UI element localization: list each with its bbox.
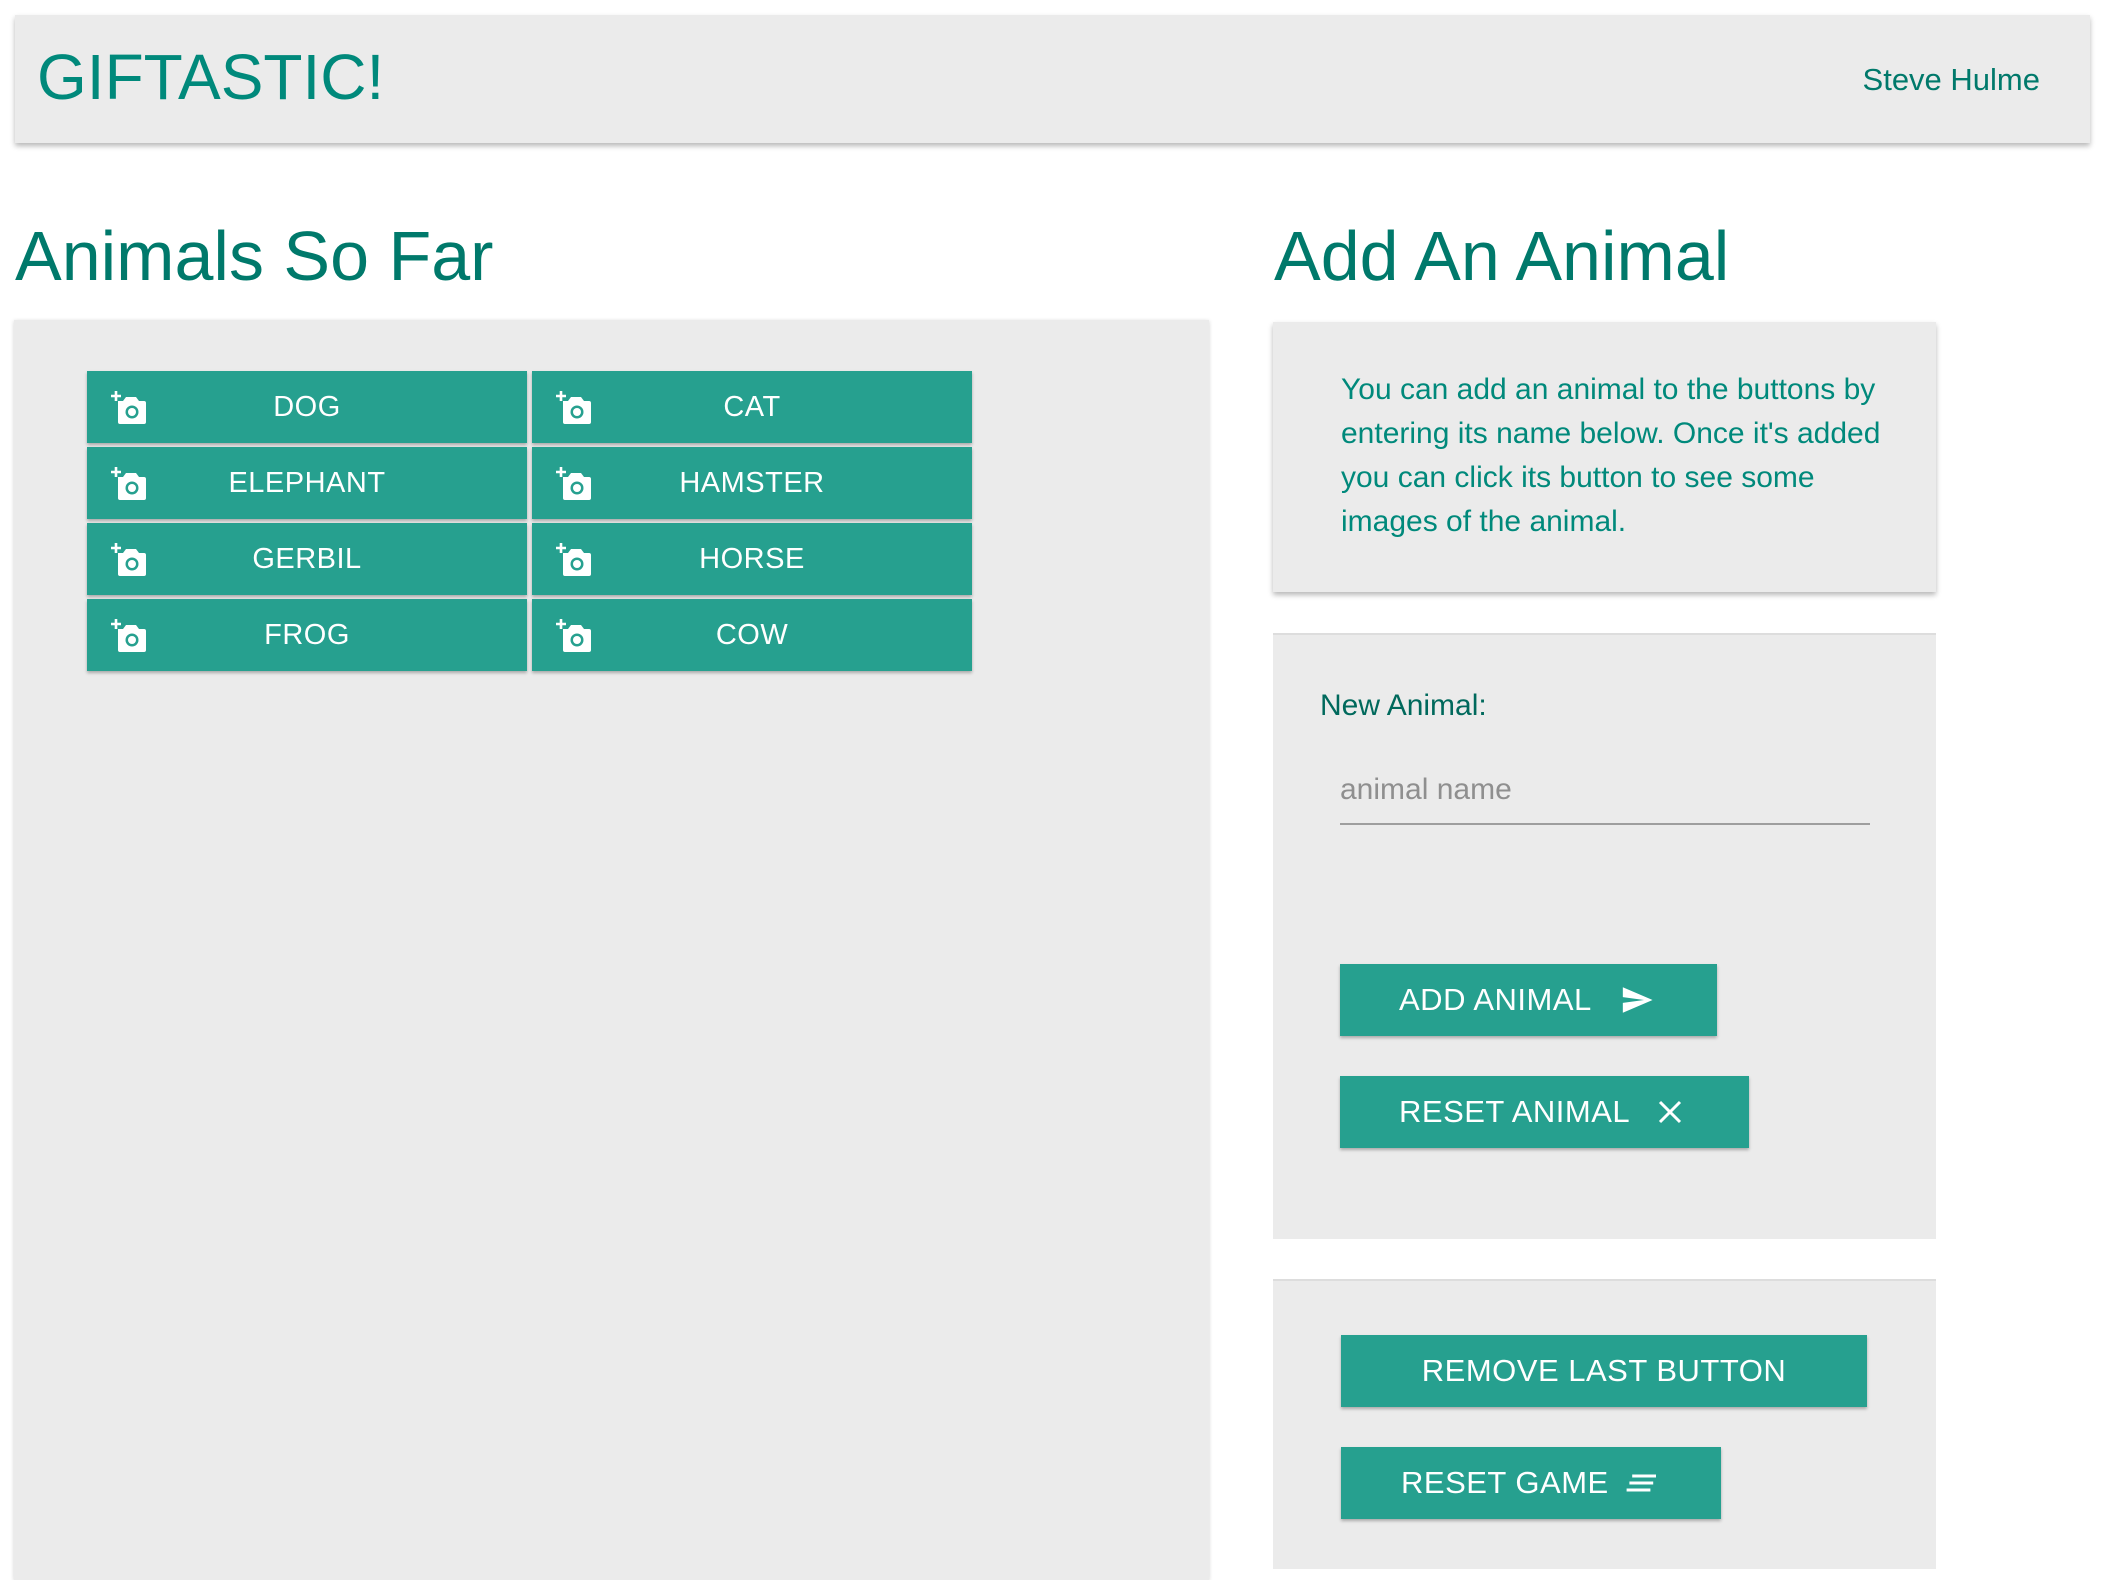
add-a-photo-icon: [111, 391, 146, 424]
animal-name-input[interactable]: [1340, 765, 1870, 825]
reset-game-button[interactable]: RESET GAME: [1341, 1447, 1721, 1519]
add-animal-label: ADD ANIMAL: [1399, 982, 1592, 1017]
send-icon: [1622, 987, 1653, 1013]
animals-panel: DOG CAT ELEPHANT HAMSTER GERBIL HORSE FROG COW: [14, 320, 1209, 1580]
new-animal-label: New Animal:: [1320, 689, 1487, 722]
info-text: You can add an animal to the buttons by …: [1341, 373, 1881, 538]
animal-button-cat[interactable]: CAT: [532, 371, 972, 443]
animal-button-frog[interactable]: FROG: [87, 599, 527, 671]
add-a-photo-icon: [111, 619, 146, 652]
animal-button-label: COW: [715, 618, 789, 651]
animal-button-gerbil[interactable]: GERBIL: [87, 523, 527, 595]
animal-button-grid: DOG CAT ELEPHANT HAMSTER GERBIL HORSE FROG COW: [87, 371, 972, 671]
close-icon: [1658, 1100, 1682, 1124]
info-card: You can add an animal to the buttons by …: [1273, 322, 1936, 592]
reset-game-label: RESET GAME: [1401, 1465, 1609, 1500]
add-a-photo-icon: [111, 467, 146, 500]
remove-last-button[interactable]: REMOVE LAST BUTTON: [1341, 1335, 1867, 1407]
brand-logo[interactable]: GIFTASTIC!: [37, 39, 384, 115]
add-animal-button[interactable]: ADD ANIMAL: [1340, 964, 1717, 1036]
short-text-icon: [1626, 1474, 1656, 1492]
animal-button-horse[interactable]: HORSE: [532, 523, 972, 595]
game-controls-card: REMOVE LAST BUTTON RESET GAME: [1273, 1279, 1936, 1569]
animal-button-dog[interactable]: DOG: [87, 371, 527, 443]
add-a-photo-icon: [556, 391, 591, 424]
add-a-photo-icon: [556, 543, 591, 576]
animals-section-title: Animals So Far: [15, 217, 494, 295]
add-animal-form: New Animal: ADD ANIMAL RESET ANIMAL: [1273, 633, 1936, 1239]
add-a-photo-icon: [556, 619, 591, 652]
animal-button-hamster[interactable]: HAMSTER: [532, 447, 972, 519]
add-a-photo-icon: [111, 543, 146, 576]
add-animal-section-title: Add An Animal: [1274, 217, 1730, 295]
animal-button-label: FROG: [264, 618, 350, 651]
top-navbar: GIFTASTIC! Steve Hulme: [15, 15, 2090, 143]
reset-animal-label: RESET ANIMAL: [1399, 1094, 1631, 1129]
user-name-link[interactable]: Steve Hulme: [1863, 61, 2040, 99]
animal-button-elephant[interactable]: ELEPHANT: [87, 447, 527, 519]
animal-button-label: HAMSTER: [679, 466, 825, 499]
animal-button-label: HORSE: [699, 542, 805, 575]
animal-button-label: ELEPHANT: [228, 466, 386, 499]
reset-animal-button[interactable]: RESET ANIMAL: [1340, 1076, 1749, 1148]
animal-button-label: DOG: [273, 390, 341, 423]
add-a-photo-icon: [556, 467, 591, 500]
animal-button-label: CAT: [723, 390, 781, 423]
animal-button-cow[interactable]: COW: [532, 599, 972, 671]
remove-last-label: REMOVE LAST BUTTON: [1421, 1353, 1787, 1388]
animal-button-label: GERBIL: [252, 542, 362, 575]
